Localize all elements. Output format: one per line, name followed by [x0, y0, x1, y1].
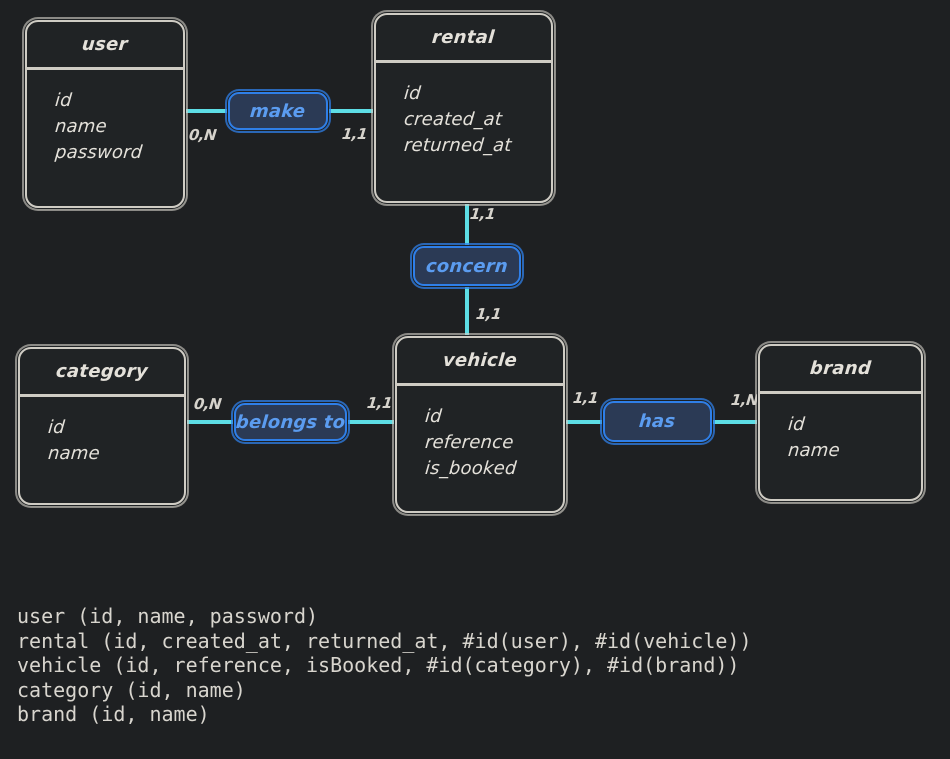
cardinality-label-has-brand: 1,N	[730, 391, 760, 409]
attribute-vehicle-reference: reference	[424, 432, 515, 453]
connector-line-make-to-rental	[327, 109, 375, 113]
connector-line-category-to-belongsto	[186, 420, 235, 424]
er-diagram-canvas: 0,N 1,1 1,1 1,1 0,N 1,1 1,1 1,N user id name passw…	[0, 0, 950, 759]
entity-header-brand: brand	[760, 346, 921, 394]
entity-attributes-rental: id created_at returned_at	[376, 63, 551, 159]
attribute-brand-id: id	[787, 414, 806, 435]
attribute-rental-id: id	[403, 83, 422, 104]
entity-name-category: category	[55, 361, 149, 382]
connector-line-vehicle-to-has	[564, 420, 604, 424]
cardinality-label-rental-concern: 1,1	[469, 205, 497, 223]
schema-line-3: category (id, name)	[17, 677, 246, 702]
cardinality-label-belongsto-vehicle: 1,1	[366, 394, 394, 412]
entity-name-rental: rental	[431, 27, 496, 48]
connector-line-concern-to-vehicle	[465, 285, 469, 337]
attribute-rental-created_at: created_at	[403, 109, 504, 130]
entity-category[interactable]: category id name	[18, 347, 186, 505]
cardinality-label-vehicle-has: 1,1	[572, 389, 600, 407]
schema-line-4: brand (id, name)	[17, 702, 210, 726]
entity-brand[interactable]: brand id name	[758, 344, 923, 501]
entity-rental[interactable]: rental id created_at returned_at	[374, 13, 553, 203]
entity-header-user: user	[27, 22, 183, 70]
cardinality-label-user-make: 0,N	[188, 126, 218, 144]
attribute-rental-returned_at: returned_at	[403, 135, 513, 156]
connector-line-belongsto-to-vehicle	[346, 420, 396, 424]
attribute-category-id: id	[47, 417, 66, 438]
entity-header-category: category	[20, 349, 184, 397]
entity-name-user: user	[81, 34, 129, 55]
attribute-brand-name: name	[787, 440, 841, 461]
connector-line-rental-to-concern	[465, 202, 469, 247]
relationship-name-has: has	[638, 411, 677, 432]
connector-line-has-to-brand	[711, 420, 759, 424]
schema-line-0: user (id, name, password)	[17, 604, 319, 628]
entity-header-rental: rental	[376, 15, 551, 63]
entity-header-vehicle: vehicle	[397, 338, 563, 386]
attribute-vehicle-is_booked: is_booked	[424, 458, 518, 479]
entity-attributes-category: id name	[20, 397, 184, 467]
relational-schema-text: user (id, name, password) rental (id, cre…	[17, 604, 752, 727]
schema-line-2: vehicle (id, reference, isBooked, #id(ca…	[17, 653, 740, 677]
cardinality-label-concern-vehicle: 1,1	[475, 305, 503, 323]
attribute-user-id: id	[54, 90, 73, 111]
cardinality-label-category-belongsto: 0,N	[193, 395, 223, 413]
attribute-category-name: name	[47, 443, 101, 464]
entity-name-brand: brand	[809, 358, 872, 379]
relationship-name-concern: concern	[425, 255, 509, 277]
schema-line-1: rental (id, created_at, returned_at, #id…	[17, 628, 752, 653]
entity-attributes-user: id name password	[27, 70, 183, 166]
cardinality-label-make-rental: 1,1	[341, 125, 369, 143]
attribute-user-name: name	[54, 116, 108, 137]
relationship-make[interactable]: make	[228, 92, 328, 130]
entity-user[interactable]: user id name password	[25, 20, 185, 208]
entity-vehicle[interactable]: vehicle id reference is_booked	[395, 336, 565, 513]
relationship-concern[interactable]: concern	[413, 246, 521, 286]
relationship-belongs-to[interactable]: belongs to	[234, 403, 347, 441]
relationship-name-belongs-to: belongs to	[234, 411, 347, 433]
relationship-name-make: make	[249, 100, 307, 122]
entity-name-vehicle: vehicle	[442, 350, 518, 371]
entity-attributes-brand: id name	[760, 394, 921, 464]
relationship-has[interactable]: has	[603, 401, 712, 442]
connector-line-user-to-make	[185, 109, 229, 113]
attribute-user-password: password	[54, 142, 144, 163]
entity-attributes-vehicle: id reference is_booked	[397, 386, 563, 482]
attribute-vehicle-id: id	[424, 406, 443, 427]
